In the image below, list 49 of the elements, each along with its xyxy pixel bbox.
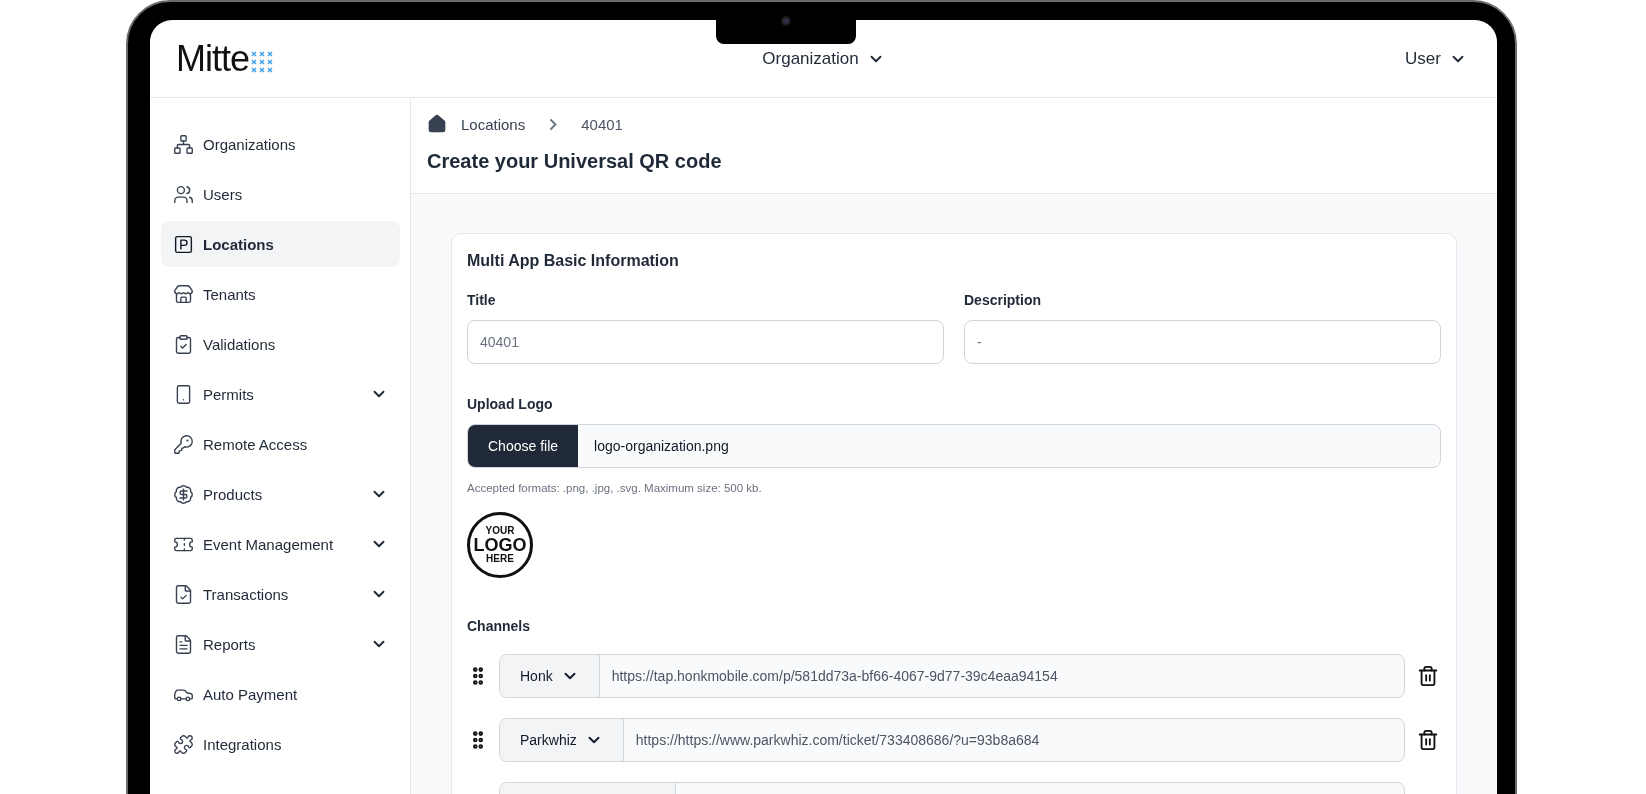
key-icon [173,433,194,455]
sidebar-item[interactable]: Transactions [161,571,400,617]
users-icon [173,183,194,205]
channel-field[interactable]: Honk https://tap.honkmobile.com/p/581dd73a-bf66-4067-9d77-39c4eaa94154 [499,654,1405,698]
store-icon [173,283,194,305]
sidebar-item[interactable]: Validations [161,321,400,367]
breadcrumb-link[interactable]: Locations [461,115,526,133]
file-upload-field[interactable]: Choose file logo-organization.png [467,424,1441,468]
file-check-icon [173,583,194,605]
field-label: Upload Logo [467,396,554,412]
dollar-icon [173,483,194,505]
sidebar-item[interactable]: Permits [161,371,400,417]
field-label: Title [467,292,497,308]
chevron-right-icon [549,117,558,131]
camera-icon [781,16,791,26]
sidebar-item[interactable]: Tenants [161,271,400,317]
app-select[interactable]: Honk [500,655,600,697]
hierarchy-icon [173,133,194,155]
sidebar-item[interactable]: Auto Payment [161,671,400,717]
section-title: Multi App Basic Information [467,252,680,270]
puzzle-icon [173,733,194,755]
sidebar-item[interactable]: Integrations [161,721,400,767]
field-label: Description [964,292,1042,308]
user-menu[interactable]: User [1401,44,1471,73]
clipboard-check-icon [173,333,194,355]
sidebar-item[interactable]: Event Management [161,521,400,567]
input-field[interactable]: 40401 [467,320,944,364]
sidebar-item[interactable]: Reports [161,621,400,667]
sidebar-item[interactable]: Organizations [161,121,400,167]
channel-field[interactable]: Parkwhiz https://https://www.parkwhiz.com/ticket/733408686/?u=93b8a684 [499,718,1405,762]
channels-label: Channels [467,618,531,634]
app-select[interactable]: Parkwhiz [500,719,624,761]
sidebar-item[interactable]: Products [161,471,400,517]
breadcrumb-link[interactable]: 40401 [581,115,623,133]
choose-file-button[interactable]: Choose file [468,425,579,467]
input-field[interactable]: - [964,320,1441,364]
home-icon[interactable] [427,114,447,134]
dots-logo-icon [251,50,273,73]
sidebar-item[interactable]: Remote Access [161,421,400,467]
organization-menu[interactable]: Organization [758,44,889,73]
file-name: logo-organization.png [593,438,729,454]
document-icon [173,633,194,655]
page-title: Create your Universal QR code [427,150,723,173]
parking-icon [173,233,194,255]
logo-preview: YOUR LOGO HERE [467,512,533,578]
sidebar-item[interactable]: Users [161,171,400,217]
upload-hint: Accepted formats: .png, .jpg, .svg. Maximum size: 500 kb. [467,482,763,494]
brand-logo: Mitte [176,40,759,77]
sidebar-item[interactable]: Locations [161,221,400,267]
